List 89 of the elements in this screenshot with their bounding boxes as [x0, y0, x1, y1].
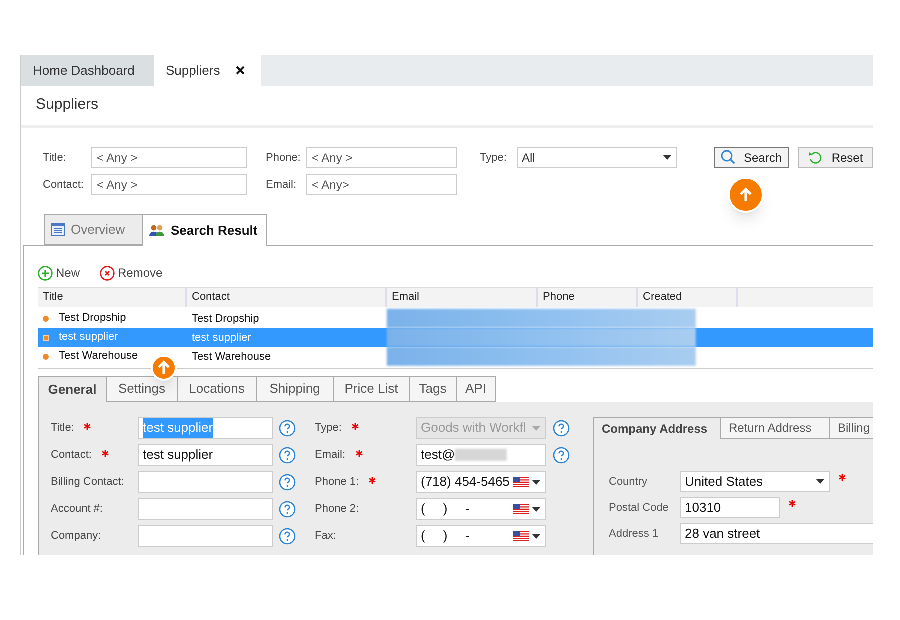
phone-number: (718) 454-5465 [421, 473, 510, 492]
field-label: Contact: [43, 179, 84, 192]
table-cell: Test Dropship [192, 313, 260, 326]
table-cell-text: test supplier [59, 330, 118, 346]
input-field[interactable]: 28 van street [680, 523, 873, 544]
tab[interactable]: Home Dashboard [21, 55, 154, 86]
column-header[interactable]: Contact [187, 288, 387, 307]
field-label: Company: [51, 528, 102, 544]
field-label: Contact: [51, 448, 92, 463]
column-header[interactable]: Email [387, 288, 538, 307]
field-label: Email: [315, 448, 346, 463]
tab[interactable]: Tags [409, 376, 456, 402]
tab[interactable]: Company Address [593, 417, 720, 439]
search-button[interactable]: Search [714, 147, 789, 168]
input-field[interactable] [138, 525, 273, 547]
field-label: Country [609, 476, 648, 488]
input-field[interactable] [138, 498, 273, 520]
field-label: Fax: [315, 528, 336, 544]
flag-icon [513, 476, 529, 488]
phone-number: ( ) - [421, 527, 472, 546]
field-label: Type: [480, 152, 507, 164]
caret-icon [532, 480, 541, 484]
remove-icon [100, 266, 116, 280]
phone-field[interactable]: ( ) - [416, 525, 546, 547]
people-icon [149, 224, 165, 237]
phone-field[interactable]: ( ) - [416, 498, 546, 520]
field-label: Phone: [266, 152, 301, 164]
table-cell-text: Test Warehouse [59, 349, 138, 364]
field-label: Billing Contact: [51, 474, 124, 490]
field-label: Account #: [51, 502, 103, 517]
help-icon [279, 446, 296, 464]
tab[interactable]: General [38, 376, 106, 402]
list-icon [51, 223, 65, 236]
tab[interactable]: Suppliers [154, 55, 261, 86]
country-select[interactable]: United States [680, 471, 830, 492]
field-label: Postal Code [609, 502, 669, 514]
column-header[interactable]: Created [638, 288, 738, 307]
filter-field[interactable]: < Any> [306, 174, 457, 195]
caret-icon [663, 155, 672, 160]
tab[interactable]: Overview [44, 214, 142, 245]
field-label: Email: [266, 179, 297, 192]
help-icon [279, 500, 296, 518]
undo-icon [808, 150, 824, 164]
tab[interactable]: Return Address [720, 417, 829, 439]
phone-number: ( ) - [421, 500, 472, 518]
input-field[interactable]: test supplier [138, 444, 273, 466]
up-arrow-badge[interactable] [728, 177, 764, 213]
help-icon [279, 528, 296, 544]
field-label: Phone 2: [315, 502, 360, 517]
type-select[interactable]: All [517, 147, 677, 168]
column-header[interactable]: Phone [538, 288, 638, 307]
flag-icon [513, 504, 529, 514]
field-label: Address 1 [609, 528, 659, 540]
caret-icon [532, 506, 541, 512]
tab[interactable]: API [456, 376, 496, 402]
remove-button[interactable]: Remove [100, 264, 163, 282]
input-field[interactable] [138, 471, 273, 493]
field-label: Title: [43, 152, 66, 164]
phone-field[interactable]: (718) 454-5465 [416, 471, 546, 493]
filter-field[interactable]: < Any > [306, 147, 457, 168]
tab[interactable]: Billing [829, 417, 873, 439]
tab[interactable]: Search Result [142, 214, 267, 246]
field-label: Type: [315, 420, 342, 436]
search-icon [720, 150, 736, 165]
input-field[interactable]: test@ [416, 444, 546, 466]
page-title: Suppliers [36, 95, 99, 116]
blurred-area [455, 449, 508, 461]
caret-icon [532, 426, 541, 430]
help-icon [279, 420, 296, 436]
reset-button[interactable]: Reset [798, 147, 873, 168]
flag-icon [513, 530, 529, 542]
table-cell: test supplier [192, 332, 252, 344]
caret-icon [816, 479, 825, 484]
field-label: Title: [51, 420, 74, 436]
table-cell: Test Warehouse [192, 351, 272, 364]
column-header[interactable]: Title [38, 288, 187, 307]
help-icon [279, 474, 296, 490]
table-cell-text: Test Dropship [59, 311, 126, 326]
caret-icon [532, 534, 541, 538]
field-label: Phone 1: [315, 474, 360, 490]
plus-icon [38, 266, 53, 280]
filter-field[interactable]: < Any > [91, 147, 247, 168]
tab[interactable]: Shipping [256, 376, 333, 402]
new-button[interactable]: New [38, 264, 80, 282]
tab[interactable]: Price List [333, 376, 409, 402]
tab[interactable]: Locations [177, 376, 256, 402]
input-field[interactable]: 10310 [680, 497, 780, 518]
tab[interactable]: Settings [106, 376, 177, 402]
filter-field[interactable]: < Any > [91, 174, 247, 195]
